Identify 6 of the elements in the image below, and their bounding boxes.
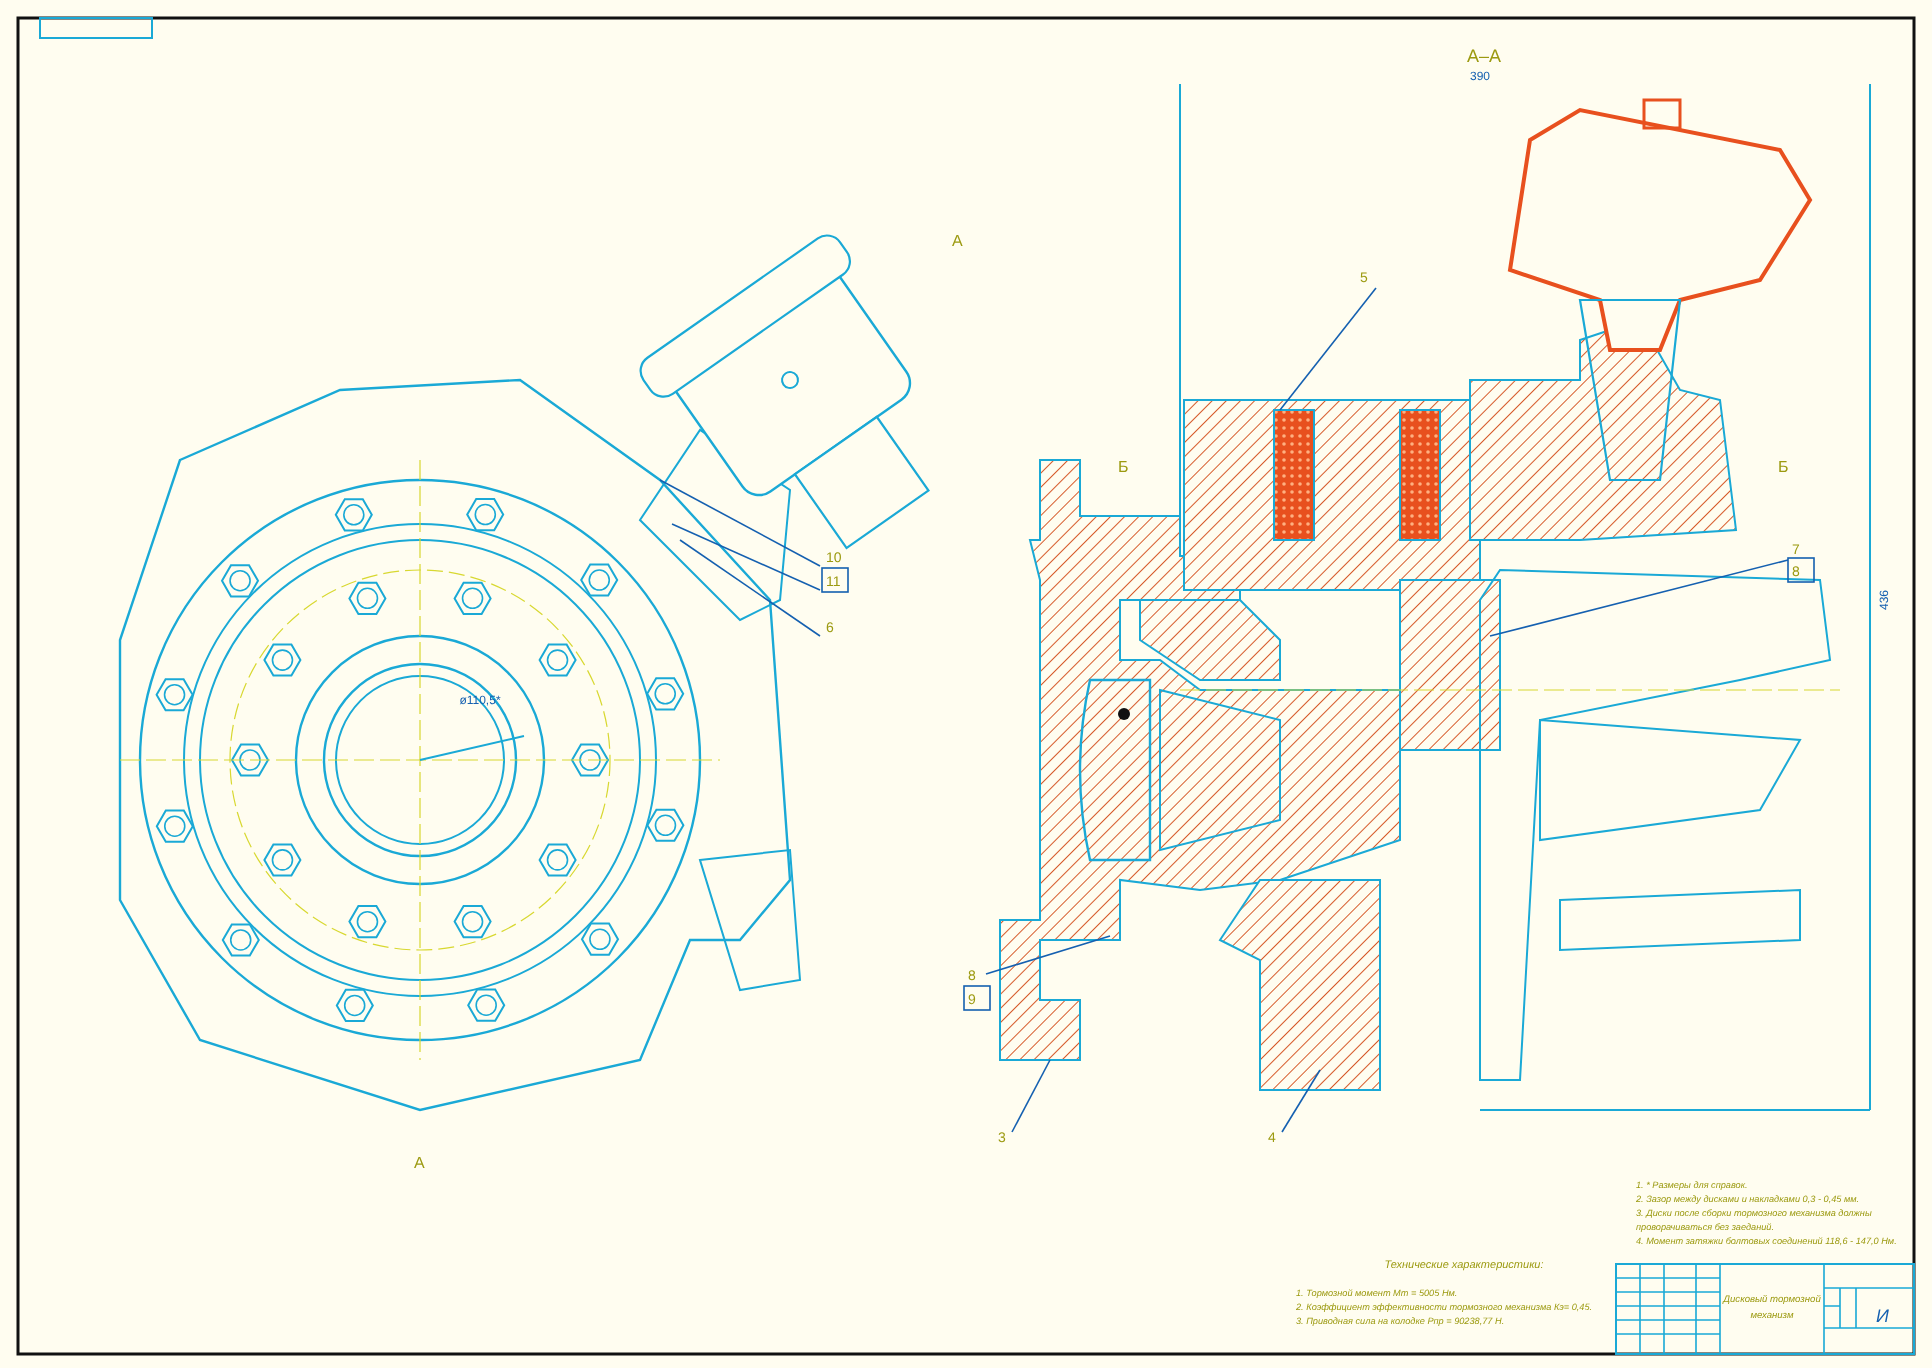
section-mark: Б [1778, 458, 1789, 476]
section-mark: А [414, 1154, 425, 1172]
sheet-letter: И [1876, 1306, 1889, 1326]
section-mark: А [952, 232, 963, 250]
section-mark: Б [1118, 458, 1129, 476]
section-title: А–А [1467, 46, 1501, 66]
